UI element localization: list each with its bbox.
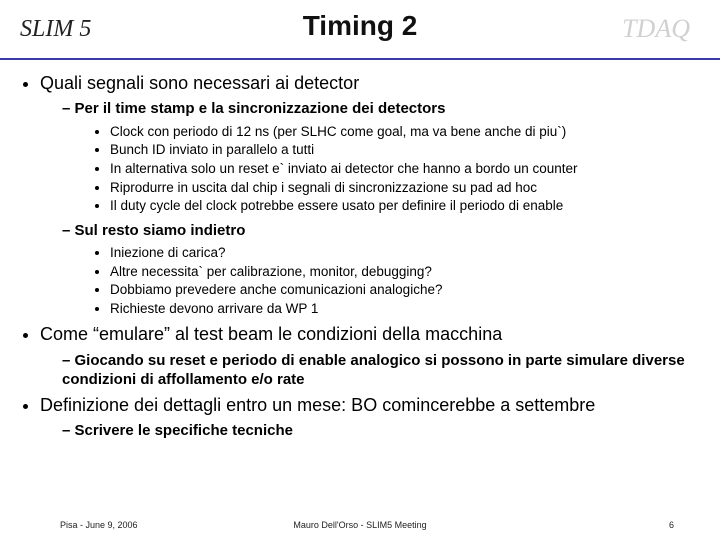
bullet-item: Clock con periodo di 12 ns (per SLHC com…: [110, 123, 698, 141]
bullet-item: Quali segnali sono necessari ai detector…: [40, 72, 698, 317]
slide-content: Quali segnali sono necessari ai detector…: [0, 60, 720, 441]
bullet-text: Il duty cycle del clock potrebbe essere …: [110, 198, 563, 213]
footer-page-number: 6: [669, 520, 674, 530]
bullet-list-level2: Scrivere le specifiche tecniche: [40, 421, 698, 441]
slide-header: SLIM 5 Timing 2 TDAQ: [0, 0, 720, 60]
bullet-text: Dobbiamo prevedere anche comunicazioni a…: [110, 282, 442, 297]
bullet-text: Iniezione di carica?: [110, 245, 226, 260]
bullet-item: Scrivere le specifiche tecniche: [62, 421, 698, 441]
bullet-text: Scrivere le specifiche tecniche: [75, 422, 293, 439]
bullet-text: Clock con periodo di 12 ns (per SLHC com…: [110, 124, 566, 139]
bullet-item: Altre necessita` per calibrazione, monit…: [110, 263, 698, 281]
bullet-text: Altre necessita` per calibrazione, monit…: [110, 264, 432, 279]
bullet-item: Riprodurre in uscita dal chip i segnali …: [110, 179, 698, 197]
bullet-item: Dobbiamo prevedere anche comunicazioni a…: [110, 281, 698, 299]
bullet-text: Per il time stamp e la sincronizzazione …: [75, 100, 446, 117]
bullet-item: Sul resto siamo indietro Iniezione di ca…: [62, 221, 698, 318]
bullet-list-level3: Iniezione di carica? Altre necessita` pe…: [62, 244, 698, 317]
slide-title: Timing 2: [0, 10, 720, 42]
bullet-item: Richieste devono arrivare da WP 1: [110, 300, 698, 318]
bullet-text: Bunch ID inviato in parallelo a tutti: [110, 142, 314, 157]
slide: SLIM 5 Timing 2 TDAQ Quali segnali sono …: [0, 0, 720, 540]
bullet-text: In alternativa solo un reset e` inviato …: [110, 161, 578, 176]
bullet-text: Giocando su reset e periodo di enable an…: [62, 352, 685, 389]
bullet-text: Definizione dei dettagli entro un mese: …: [40, 395, 595, 415]
bullet-item: Per il time stamp e la sincronizzazione …: [62, 99, 698, 214]
bullet-item: Giocando su reset e periodo di enable an…: [62, 351, 698, 390]
bullet-text: Sul resto siamo indietro: [75, 222, 246, 239]
bullet-item: Bunch ID inviato in parallelo a tutti: [110, 141, 698, 159]
bullet-text: Richieste devono arrivare da WP 1: [110, 301, 318, 316]
bullet-item: Iniezione di carica?: [110, 244, 698, 262]
bullet-text: Come “emulare” al test beam le condizion…: [40, 324, 502, 344]
bullet-list-level1: Quali segnali sono necessari ai detector…: [22, 72, 698, 441]
bullet-text: Quali segnali sono necessari ai detector: [40, 73, 359, 93]
bullet-item: In alternativa solo un reset e` inviato …: [110, 160, 698, 178]
header-group-label: TDAQ: [622, 14, 690, 44]
slide-footer: Pisa - June 9, 2006 Mauro Dell'Orso - SL…: [0, 510, 720, 530]
bullet-list-level2: Per il time stamp e la sincronizzazione …: [40, 99, 698, 317]
bullet-text: Riprodurre in uscita dal chip i segnali …: [110, 180, 537, 195]
bullet-item: Il duty cycle del clock potrebbe essere …: [110, 197, 698, 215]
bullet-item: Definizione dei dettagli entro un mese: …: [40, 394, 698, 441]
bullet-list-level2: Giocando su reset e periodo di enable an…: [40, 351, 698, 390]
bullet-list-level3: Clock con periodo di 12 ns (per SLHC com…: [62, 123, 698, 215]
footer-author: Mauro Dell'Orso - SLIM5 Meeting: [0, 520, 720, 530]
bullet-item: Come “emulare” al test beam le condizion…: [40, 323, 698, 389]
